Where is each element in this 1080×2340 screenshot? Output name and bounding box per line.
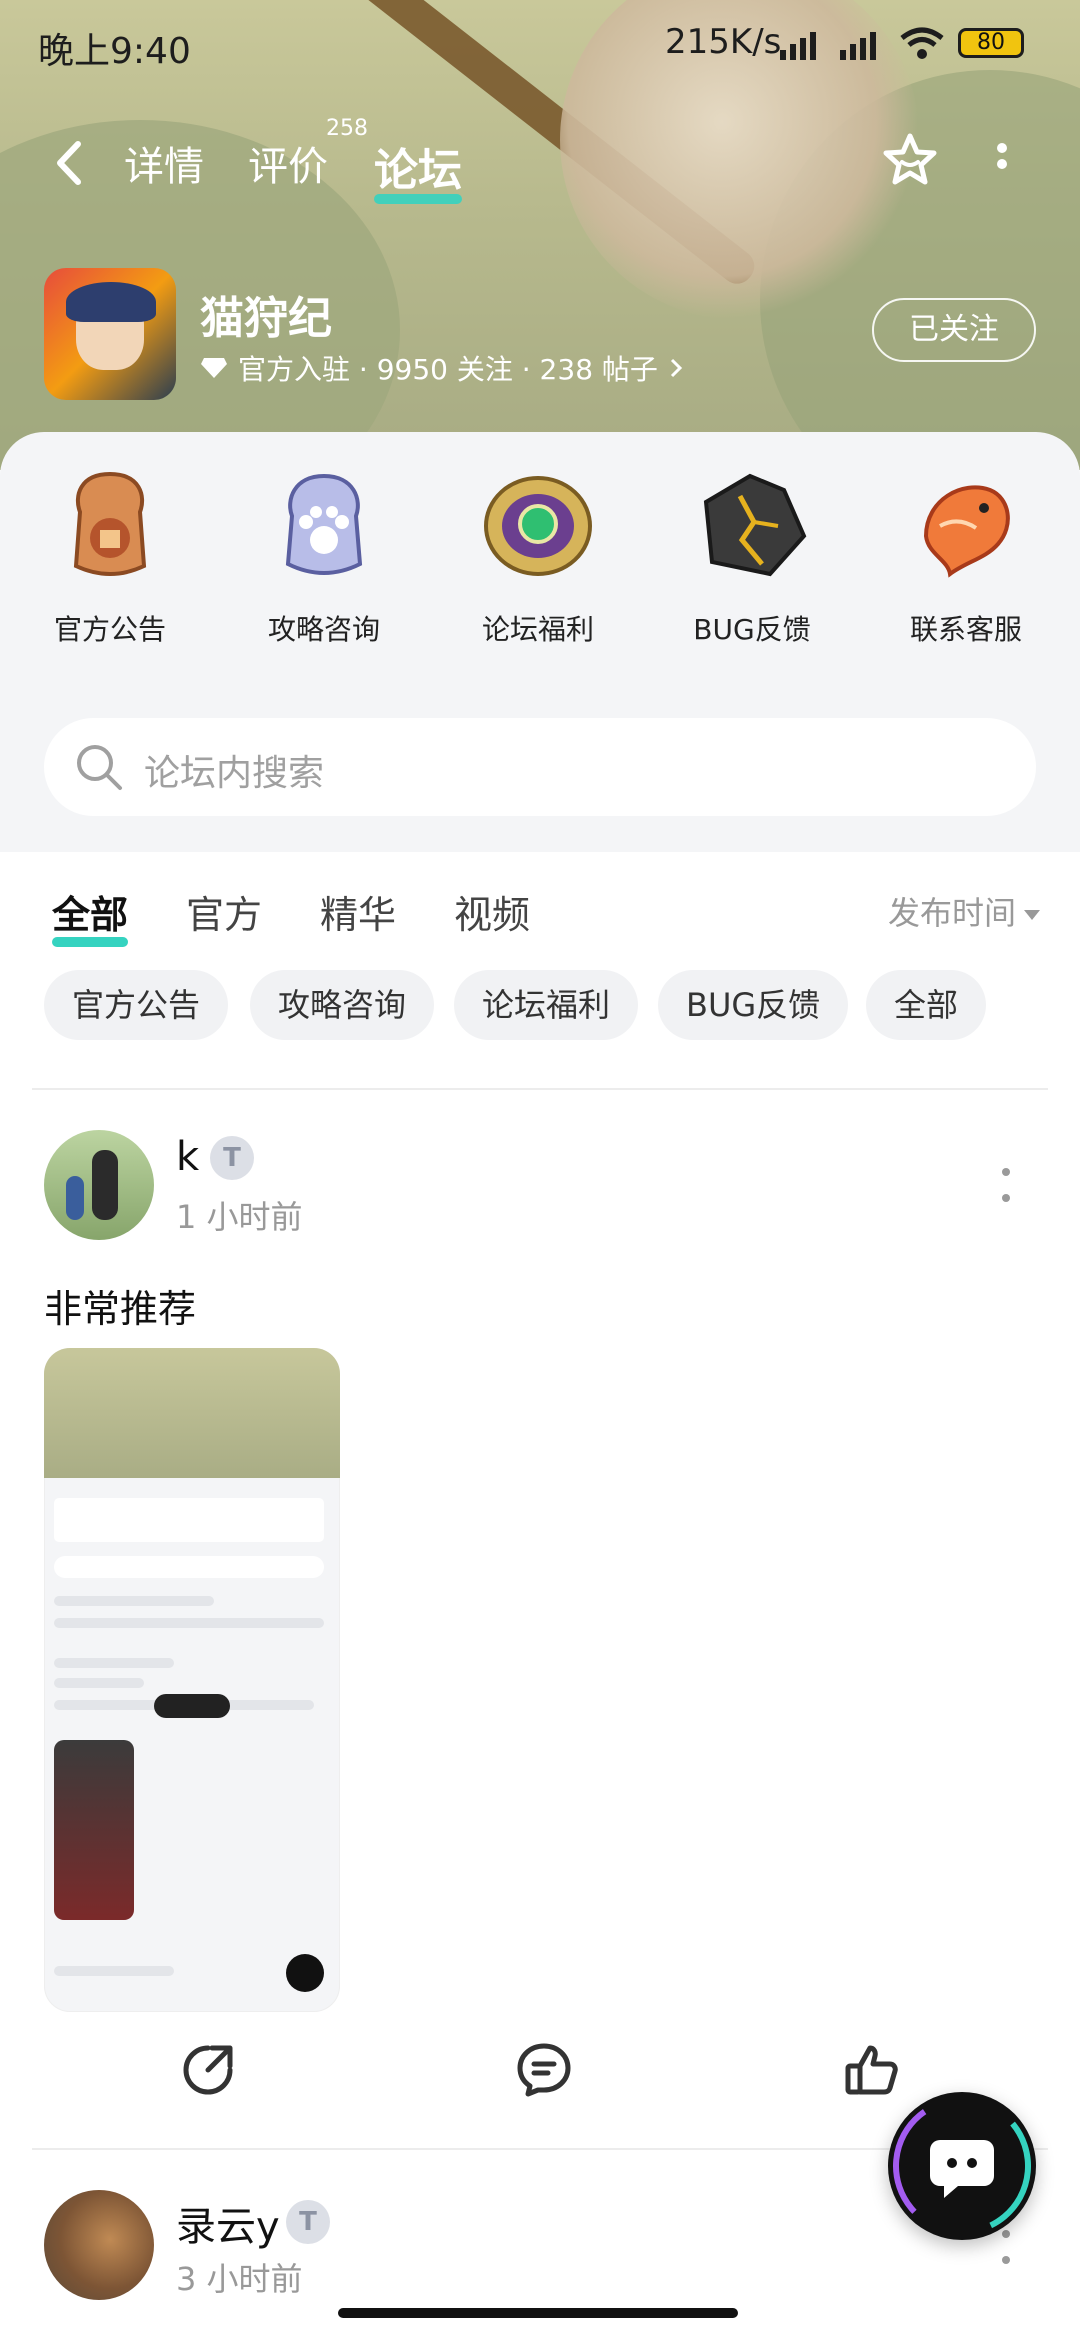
category-label: 攻略咨询 [267,613,380,646]
search-input[interactable]: 论坛内搜索 [144,744,324,796]
share-icon[interactable] [178,2040,238,2100]
forum-search-bar[interactable]: 论坛内搜索 [44,718,1036,816]
tab-details[interactable]: 详情 [124,134,204,192]
comment-icon[interactable] [514,2040,574,2100]
post-username[interactable]: 录云y [176,2194,280,2252]
chip-official-announcement[interactable]: 官方公告 [44,970,229,1040]
post-image-thumbnail[interactable] [44,1348,340,2012]
game-title: 猫狩纪 [200,293,332,344]
chip-bug-report[interactable]: BUG反馈 [658,970,849,1040]
avatar-figure [92,1150,118,1220]
game-meta[interactable]: 官方入驻 · 9950 关注 · 238 帖子 [200,348,684,388]
announcement-badge-icon [73,471,147,576]
active-filter-indicator [52,937,129,947]
active-tab-indicator [374,194,462,204]
chip-forum-benefits[interactable]: 论坛福利 [454,970,639,1040]
post-text: 非常推荐 [44,1287,197,1331]
avatar-figure [66,1176,84,1220]
paw-badge-icon [285,473,363,575]
category-official-announcement[interactable]: 官方公告 [10,466,210,648]
review-count-badge: 258 [326,116,368,141]
status-bar: 晚上9:40 215K/s 80 [0,0,1080,96]
filter-tab-label: 全部 [52,893,129,937]
avatar[interactable] [44,1130,154,1240]
more-vertical-icon[interactable] [994,140,1010,188]
status-time: 晚上9:40 [38,31,191,72]
chip-all[interactable]: 全部 [866,970,987,1040]
category-contact-support[interactable]: 联系客服 [866,466,1066,648]
floating-chat-button[interactable] [888,2092,1036,2240]
network-speed: 215K/s [665,22,782,62]
user-level-badge: T [210,1136,254,1180]
game-logo[interactable] [44,268,176,400]
avatar[interactable] [44,2190,154,2300]
game-meta-text: 官方入驻 · 9950 关注 · 238 帖子 [238,353,658,386]
category-guide-consult[interactable]: 攻略咨询 [224,466,424,648]
category-forum-benefits[interactable]: 论坛福利 [438,466,638,648]
chevron-right-icon [670,358,683,378]
tab-forum[interactable]: 论坛 [374,134,462,204]
star-favorite-icon[interactable] [880,130,940,190]
sort-label: 发布时间 [888,894,1017,932]
thumbnail-toast [154,1694,230,1718]
section-divider [32,1088,1048,1090]
game-info: 猫狩纪 官方入驻 · 9950 关注 · 238 帖子 已关注 [44,268,1044,400]
gem-badge-icon [484,476,592,576]
tab-label: 论坛 [374,145,462,196]
top-navigation: 详情 评价 258 论坛 [0,116,1080,210]
more-vertical-icon[interactable] [1000,1168,1010,1208]
tab-label: 详情 [124,144,204,190]
thumbnail-shape [54,1596,214,1606]
category-chips: 官方公告 攻略咨询 论坛福利 BUG反馈 全部 [0,970,1080,1046]
koi-fish-icon [923,485,1010,578]
category-label: 联系客服 [909,613,1022,646]
thumbnail-shape [54,1658,174,1668]
category-bug-report[interactable]: BUG反馈 [652,466,852,648]
post-time: 3 小时前 [176,2260,303,2298]
filter-tab-featured[interactable]: 精华 [320,884,396,939]
thumbnail-shape [54,1618,324,1628]
category-label: 论坛福利 [481,613,594,646]
filter-tab-official[interactable]: 官方 [186,884,262,939]
filter-tab-all[interactable]: 全部 [52,884,129,947]
sort-dropdown[interactable]: 发布时间 [888,888,1041,934]
tab-label: 评价 [248,144,328,190]
post-filter-tabs: 全部 官方 精华 视频 发布时间 [0,870,1080,970]
thumbnail-header-art [44,1348,340,1478]
user-level-badge: T [286,2200,330,2244]
thumbnail-shape [54,1966,174,1976]
logo-character-hair [66,282,156,322]
thumbnail-shape [54,1678,144,1688]
thumbnail-shape [54,1556,324,1578]
wifi-icon [900,27,944,59]
caret-down-icon [1024,910,1041,920]
thumbnail-chat-bubble [286,1954,324,1992]
category-shortcuts: 官方公告 攻略咨询 论坛福利 BUG反馈 联系客服 [0,466,1080,666]
thumbnail-embedded-image [54,1740,134,1920]
category-label: BUG反馈 [693,613,811,646]
home-indicator[interactable] [338,2308,738,2318]
cell-signal-icon [780,32,816,60]
post-card[interactable]: k T 1 小时前 非常推荐 [0,1120,1080,2140]
post-username[interactable]: k [176,1134,199,1180]
battery-indicator: 80 [958,28,1024,58]
tab-reviews[interactable]: 评价 258 [248,116,368,192]
forum-panel: 官方公告 攻略咨询 论坛福利 BUG反馈 联系客服 论坛内搜索 [0,432,1080,852]
cracked-stone-icon [703,473,807,577]
thumbnail-shape [54,1498,324,1542]
like-thumbs-up-icon[interactable] [842,2040,902,2100]
chip-guide-consult[interactable]: 攻略咨询 [250,970,435,1040]
chat-bubble-icon [892,2097,1031,2235]
search-icon [77,745,122,790]
cell-signal-icon [840,32,876,60]
back-arrow-icon[interactable] [50,138,90,188]
follow-button[interactable]: 已关注 [872,298,1036,362]
filter-tab-video[interactable]: 视频 [454,884,530,939]
post-time: 1 小时前 [176,1198,303,1236]
diamond-verified-icon [201,358,227,378]
category-label: 官方公告 [53,613,166,646]
